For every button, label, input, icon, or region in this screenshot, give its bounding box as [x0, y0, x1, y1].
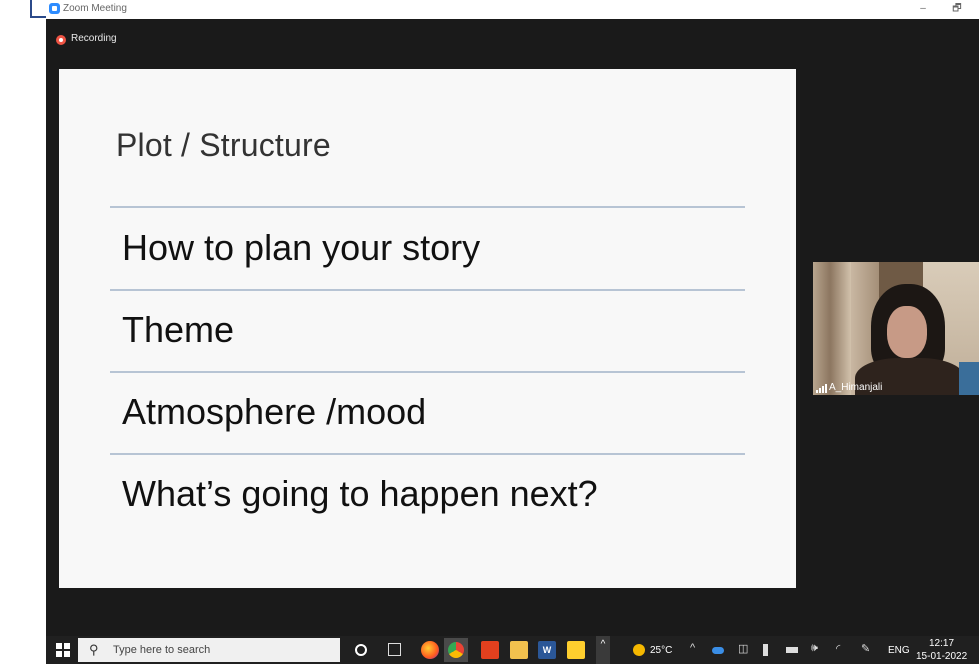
onedrive-cloud-icon[interactable]	[712, 647, 724, 654]
slide-bullet: Atmosphere /mood	[122, 391, 427, 432]
task-view-icon[interactable]	[388, 643, 401, 656]
meeting-area: Recording Plot / Structure How to plan y…	[46, 19, 979, 636]
slide-bullet: Theme	[122, 309, 235, 350]
wifi-icon[interactable]: ◜	[836, 642, 840, 655]
participant-face	[887, 306, 927, 358]
sticky-notes-icon[interactable]	[567, 641, 585, 659]
weather-sun-icon[interactable]	[633, 644, 645, 656]
participant-video[interactable]: A_Himanjali	[813, 262, 979, 395]
battery-icon[interactable]	[786, 647, 798, 653]
office-icon[interactable]	[481, 641, 499, 659]
search-placeholder: Type here to search	[113, 644, 211, 656]
recording-icon	[56, 35, 66, 45]
volume-icon[interactable]: 🕪	[811, 642, 818, 655]
curtain	[813, 262, 851, 395]
slide-divider	[110, 289, 745, 291]
meet-now-icon[interactable]: ◫	[738, 642, 748, 655]
slide-bullet: What’s going to happen next?	[122, 473, 598, 514]
window-titlebar: Zoom Meeting – 🗗	[46, 0, 979, 19]
tray-expand-icon[interactable]: ^	[690, 642, 695, 654]
slide-divider	[110, 371, 745, 373]
firefox-icon[interactable]	[421, 641, 439, 659]
show-hidden-apps-chevron-icon[interactable]: ^	[596, 636, 610, 664]
slide-divider	[110, 453, 745, 455]
shared-screen-slide: Plot / Structure How to plan your story …	[59, 69, 796, 588]
minimize-button[interactable]: –	[915, 1, 931, 17]
selection-marker-horizontal	[30, 16, 46, 18]
restore-button[interactable]: 🗗	[949, 1, 965, 17]
chair	[959, 362, 979, 395]
slide-title: Plot / Structure	[116, 127, 331, 163]
chrome-icon[interactable]	[444, 638, 468, 662]
input-language[interactable]: ENG	[888, 645, 910, 656]
windows-taskbar: ⚲ Type here to search W ^ 25°C ^ ◫ 🕪 ◜ ✎…	[46, 636, 979, 664]
zoom-app-icon	[49, 3, 60, 14]
window-title: Zoom Meeting	[63, 3, 127, 14]
pen-icon[interactable]: ✎	[861, 642, 870, 655]
word-icon[interactable]: W	[538, 641, 556, 659]
left-edge-strip	[0, 0, 46, 664]
weather-temperature[interactable]: 25°C	[650, 645, 672, 656]
slide-divider	[110, 206, 745, 208]
participant-name: A_Himanjali	[829, 382, 883, 393]
cortana-icon[interactable]	[355, 644, 367, 656]
usb-device-icon[interactable]	[763, 644, 768, 656]
taskbar-search-box[interactable]: ⚲ Type here to search	[78, 638, 340, 662]
clock-date[interactable]: 15-01-2022	[916, 651, 967, 662]
slide-bullet: How to plan your story	[122, 227, 481, 268]
signal-strength-icon	[816, 384, 827, 393]
search-icon: ⚲	[89, 642, 99, 657]
recording-label: Recording	[71, 33, 117, 44]
file-explorer-icon[interactable]	[510, 641, 528, 659]
participant-name-tag: A_Himanjali	[816, 382, 882, 393]
windows-start-button[interactable]	[56, 643, 70, 657]
clock-time[interactable]: 12:17	[929, 638, 954, 649]
